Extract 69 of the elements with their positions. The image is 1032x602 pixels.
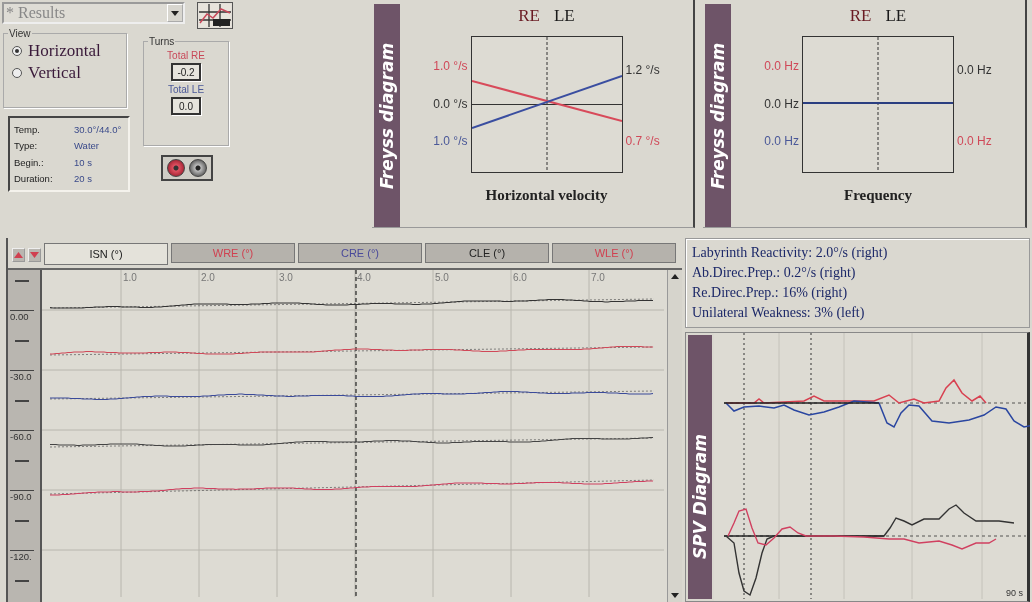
diagram-title: Frequency <box>843 187 913 204</box>
info-value: 10 s <box>74 156 93 168</box>
axis-label: -90.0 <box>10 490 34 502</box>
axis-label: 5.0 <box>435 272 449 283</box>
chart-button[interactable] <box>197 2 233 29</box>
group-title: View <box>8 28 32 39</box>
axis-label: 1.0 °/s <box>433 59 468 74</box>
side-title: Freyss diagram <box>705 4 731 227</box>
chart-icon <box>199 4 231 27</box>
axis-label: 1.0 °/s <box>433 133 468 148</box>
axis-label: 6.0 <box>513 272 527 283</box>
scrollbar[interactable] <box>667 270 682 602</box>
up-arrow-icon <box>671 274 679 279</box>
down-arrow-button[interactable] <box>28 248 41 262</box>
axis-label: 0.0 °/s <box>433 96 468 111</box>
axis-label: 0.0 Hz <box>957 134 993 148</box>
axis-label: 1.2 °/s <box>625 63 661 77</box>
group-title: Turns <box>148 36 176 47</box>
round-toggle-button[interactable] <box>189 159 207 177</box>
axis-label: -120. <box>10 550 34 562</box>
side-title: Freyss diagram <box>374 4 400 227</box>
up-arrow-button[interactable] <box>12 248 25 262</box>
axis-label: 2.0 <box>201 272 215 283</box>
result-line: Labyrinth Reactivity: 2.0°/s (right) <box>692 245 889 261</box>
legend-label: RE <box>849 6 872 26</box>
result-line: Unilateral Weakness: 3% (left) <box>692 305 866 321</box>
up-arrow-icon <box>14 252 23 258</box>
legend-label: LE <box>553 6 575 26</box>
channel-tab[interactable]: CRE (°) <box>298 243 422 263</box>
result-line: Re.Direc.Prep.: 16% (right) <box>692 285 849 301</box>
turns-label: Total LE <box>167 84 205 95</box>
axis-label: 0.0 Hz <box>764 96 799 111</box>
axis-label: 4.0 <box>357 272 371 283</box>
axis-label: 0.00 <box>10 310 34 322</box>
radio-option[interactable]: Horizontal <box>12 41 126 61</box>
axis-label: -60.0 <box>10 430 34 442</box>
round-toggle-button[interactable] <box>167 159 185 177</box>
info-value: 20 s <box>74 173 93 185</box>
axis-label: 1.0 <box>123 272 137 283</box>
axis-label: 0.0 Hz <box>957 63 993 77</box>
axis-label: 7.0 <box>591 272 605 283</box>
axis-label: 0.0 Hz <box>764 133 799 148</box>
info-label: Duration: <box>14 173 54 185</box>
channel-tab[interactable]: ISN (°) <box>44 243 168 265</box>
axis-label: -30.0 <box>10 370 34 382</box>
radio-indicator[interactable] <box>12 68 22 78</box>
turns-label: Total RE <box>167 50 205 61</box>
dropdown-value: * Results <box>6 4 66 22</box>
down-arrow-icon <box>30 252 39 258</box>
radio-indicator[interactable] <box>12 46 22 56</box>
axis-label: 90 s <box>1006 588 1023 598</box>
info-label: Type: <box>14 140 39 152</box>
legend-label: RE <box>518 6 540 26</box>
legend-label: LE <box>885 6 907 26</box>
info-value: 30.0°/44.0° <box>74 123 123 135</box>
side-title: SPV Diagram <box>688 335 712 599</box>
result-line: Ab.Direc.Prep.: 0.2°/s (right) <box>692 265 857 281</box>
diagram-title: Horizontal velocity <box>485 187 608 204</box>
axis-label: 3.0 <box>279 272 293 283</box>
info-value: Water <box>74 140 100 152</box>
down-arrow-icon <box>671 593 679 598</box>
turns-value-field: -0.2 <box>171 63 201 81</box>
axis-label: 0.7 °/s <box>625 134 661 148</box>
axis-label: 0.0 Hz <box>764 59 799 74</box>
radio-option[interactable]: Vertical <box>12 63 126 83</box>
info-label: Begin.: <box>14 156 45 168</box>
info-label: Temp. <box>14 123 41 135</box>
channel-tab[interactable]: CLE (°) <box>425 243 549 263</box>
turns-value-field: 0.0 <box>171 97 201 115</box>
